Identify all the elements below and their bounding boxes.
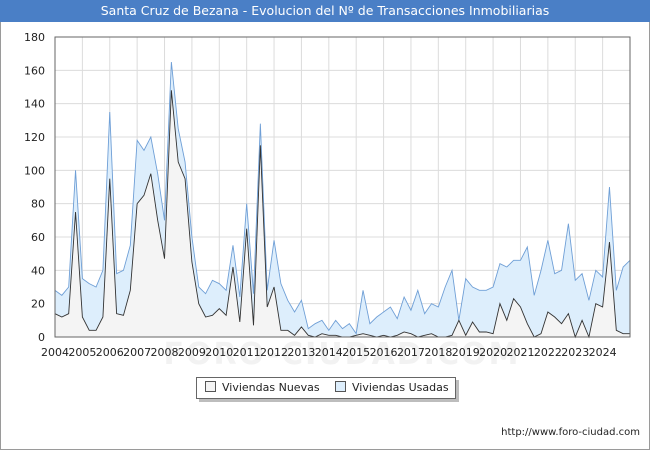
y-tick-label: 60	[31, 231, 45, 244]
legend-swatch-viviendas-nuevas	[205, 381, 216, 392]
legend-swatch-viviendas-usadas	[335, 381, 346, 392]
x-tick-label: 2018	[424, 346, 452, 359]
x-tick-label: 2014	[315, 346, 343, 359]
x-axis-ticks: 2004 2005 2006 2007 2008 2009 2010 2011 2012 2013…	[41, 346, 617, 359]
y-tick-label: 80	[31, 198, 45, 211]
x-tick-label: 2023	[561, 346, 589, 359]
y-tick-label: 0	[38, 331, 45, 344]
x-tick-label: 2004	[41, 346, 69, 359]
x-tick-label: 2024	[589, 346, 617, 359]
y-tick-label: 140	[24, 98, 45, 111]
x-tick-label: 2020	[479, 346, 507, 359]
x-tick-label: 2021	[506, 346, 534, 359]
x-tick-label: 2008	[151, 346, 179, 359]
x-tick-label: 2019	[452, 346, 480, 359]
x-tick-label: 2009	[178, 346, 206, 359]
x-tick-label: 2017	[397, 346, 425, 359]
x-tick-label: 2006	[96, 346, 124, 359]
x-tick-label: 2011	[233, 346, 261, 359]
x-tick-label: 2016	[370, 346, 398, 359]
legend-label-viviendas-nuevas: Viviendas Nuevas	[222, 381, 320, 394]
x-tick-label: 2015	[342, 346, 370, 359]
y-axis-ticks: 0 20 40 60 80 100 120 140 160 180	[24, 31, 45, 344]
x-tick-label: 2013	[287, 346, 315, 359]
x-tick-label: 2007	[123, 346, 151, 359]
x-tick-label: 2010	[205, 346, 233, 359]
x-tick-label: 2005	[68, 346, 96, 359]
y-tick-label: 100	[24, 164, 45, 177]
legend: Viviendas Nuevas Viviendas Usadas	[196, 377, 456, 399]
source-url: http://www.foro-ciudad.com	[501, 427, 640, 438]
y-tick-label: 120	[24, 131, 45, 144]
y-tick-label: 180	[24, 31, 45, 44]
legend-label-viviendas-usadas: Viviendas Usadas	[352, 381, 449, 394]
x-tick-label: 2012	[260, 346, 288, 359]
x-tick-label: 2022	[534, 346, 562, 359]
y-tick-label: 20	[31, 298, 45, 311]
y-tick-label: 40	[31, 264, 45, 277]
y-tick-label: 160	[24, 64, 45, 77]
